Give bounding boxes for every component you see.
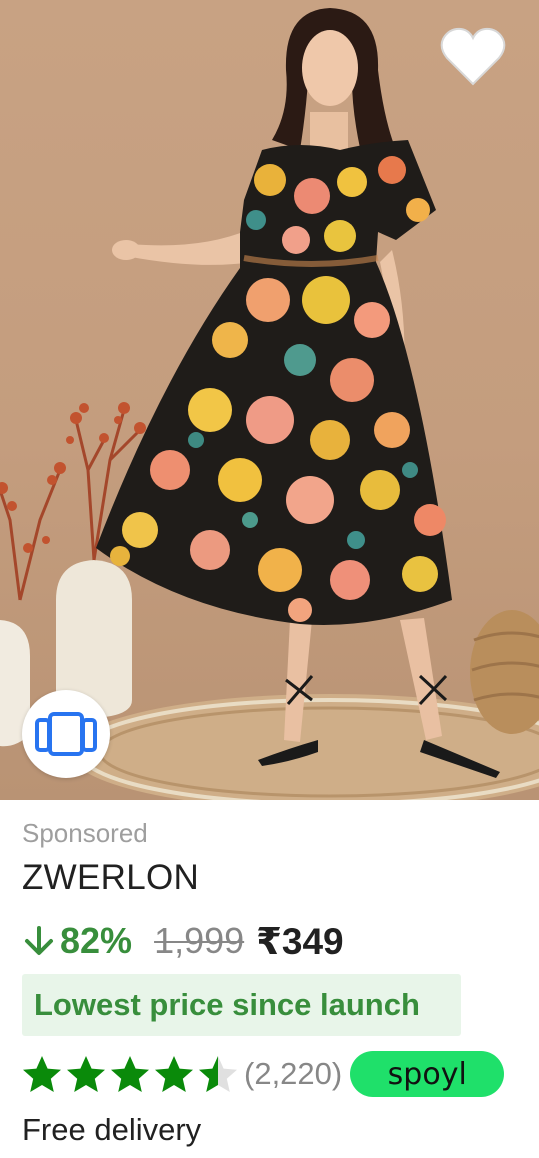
similar-products-icon (35, 712, 97, 756)
original-price: 1,999 (154, 920, 245, 961)
spoyl-badge[interactable]: spoyl (350, 1051, 505, 1097)
star-icon (67, 1056, 105, 1092)
discount: 82% (22, 920, 132, 962)
similar-products-button[interactable] (22, 690, 110, 778)
product-photo (0, 8, 539, 800)
product-image[interactable] (0, 0, 539, 800)
price-row: 82% 1,999 ₹349 (22, 918, 344, 964)
rating-count: (2,220) (244, 1056, 343, 1091)
rating-stars (20, 1054, 240, 1094)
star-icon (199, 1056, 237, 1092)
lowest-price-banner: Lowest price since launch (22, 974, 461, 1036)
heart-icon (440, 27, 506, 86)
wishlist-button[interactable] (438, 24, 508, 90)
rating-row: (2,220) spoyl (20, 1050, 505, 1098)
spoyl-badge-label: spoyl (387, 1056, 467, 1092)
discount-percent: 82% (60, 920, 133, 961)
star-icon (111, 1056, 149, 1092)
arrow-down-icon (25, 926, 53, 955)
lowest-price-text: Lowest price since launch (34, 987, 420, 1022)
free-delivery-label: Free delivery (22, 1112, 202, 1147)
selling-price: ₹349 (256, 920, 344, 962)
sponsored-label: Sponsored (22, 818, 148, 848)
star-icon (23, 1056, 61, 1092)
brand-name[interactable]: ZWERLON (22, 858, 199, 898)
star-icon (155, 1056, 193, 1092)
